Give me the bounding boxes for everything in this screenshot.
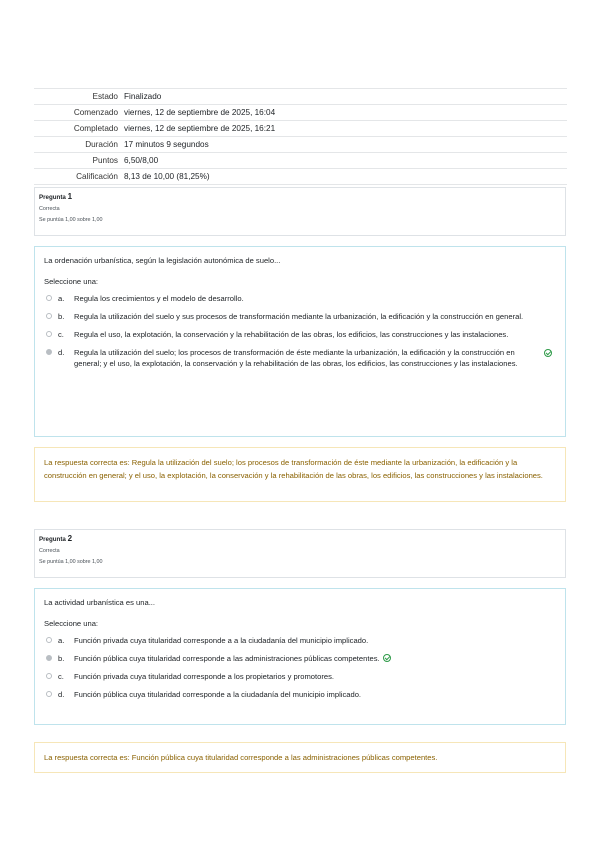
answer-option-b[interactable]: b. Función pública cuya titularidad corre… [44,653,556,664]
option-text: Función pública cuya titularidad corresp… [74,690,362,699]
answer-option-c[interactable]: c. Función privada cuya titularidad corre… [44,671,556,682]
answer-option-a[interactable]: a. Regula los crecimientos y el modelo de… [44,293,556,304]
option-text: Regula los crecimientos y el modelo de d… [74,294,244,303]
summary-row-state: Estado Finalizado [34,88,567,104]
question-status: Correcta [39,206,60,212]
option-letter: d. [58,690,65,699]
summary-value: 6,50/8,00 [124,156,159,165]
summary-label: Puntos [92,156,119,165]
summary-row-duration: Duración 17 minutos 9 segundos [34,136,567,152]
summary-value: 8,13 de 10,00 (81,25%) [124,172,210,181]
summary-label: Estado [92,92,119,101]
option-letter: a. [58,294,65,303]
radio-icon[interactable] [46,655,52,661]
question-prompt: La actividad urbanística es una... [44,598,156,607]
attempt-summary: Estado Finalizado Comenzado viernes, 12 de… [34,88,567,185]
question-content-1: La ordenación urbanística, según la legi… [34,246,566,437]
option-letter: d. [58,348,65,357]
option-text: Función pública cuya titularidad corresp… [74,653,556,664]
check-circle-icon [382,654,391,662]
option-text: Regula la utilización del suelo; los pro… [74,348,518,368]
radio-icon[interactable] [46,637,52,643]
question-number: Pregunta 1 [39,192,561,201]
answer-option-c[interactable]: c. Regula el uso, la explotación, la cons… [44,329,556,340]
summary-label: Duración [85,140,118,149]
question-content-2: La actividad urbanística es una... Selec… [34,588,566,725]
summary-value: Finalizado [124,92,162,101]
answer-option-d[interactable]: d. Función pública cuya titularidad corre… [44,689,556,700]
option-text: Función privada cuya titularidad corresp… [74,636,369,645]
answer-option-a[interactable]: a. Función privada cuya titularidad corre… [44,635,556,646]
summary-label: Completado [73,124,118,133]
option-letter: b. [58,654,65,663]
question-status: Correcta [39,548,60,554]
summary-label: Calificación [76,172,118,181]
question-score: Se puntúa 1,00 sobre 1,00 [39,217,103,223]
question-prompt: La ordenación urbanística, según la legi… [44,256,281,265]
summary-label: Comenzado [73,108,118,117]
summary-value: 17 minutos 9 segundos [124,140,209,149]
check-circle-icon [544,349,552,357]
correct-answer-feedback-2: La respuesta correcta es: Función públic… [34,742,566,773]
option-letter: a. [58,636,65,645]
radio-icon[interactable] [46,313,52,319]
option-text-content: Función pública cuya titularidad corresp… [74,654,380,663]
answer-option-b[interactable]: b. Regula la utilización del suelo y sus … [44,311,556,322]
question-info-1: Pregunta 1 Correcta Se puntúa 1,00 sobre… [34,187,566,236]
summary-row-grade: Calificación 8,13 de 10,00 (81,25%) [34,168,567,185]
question-number-value: 2 [67,534,73,543]
correct-answer-feedback-1: La respuesta correcta es: Regula la util… [34,447,566,502]
summary-row-completed: Completado viernes, 12 de septiembre de 2… [34,120,567,136]
option-letter: c. [58,330,64,339]
summary-value: viernes, 12 de septiembre de 2025, 16:21 [124,124,276,133]
radio-icon[interactable] [46,349,52,355]
summary-row-points: Puntos 6,50/8,00 [34,152,567,168]
option-letter: b. [58,312,65,321]
question-number: Pregunta 2 [39,534,561,543]
option-text: Función privada cuya titularidad corresp… [74,672,335,681]
question-label: Pregunta [39,194,66,201]
summary-value: viernes, 12 de septiembre de 2025, 16:04 [124,108,276,117]
answer-option-d[interactable]: d. Regula la utilización del suelo; los p… [44,347,556,369]
select-one-label: Seleccione una: [44,619,99,628]
question-info-2: Pregunta 2 Correcta Se puntúa 1,00 sobre… [34,529,566,578]
radio-icon[interactable] [46,331,52,337]
summary-row-started: Comenzado viernes, 12 de septiembre de 20… [34,104,567,120]
select-one-label: Seleccione una: [44,277,99,286]
radio-icon[interactable] [46,673,52,679]
question-label: Pregunta [39,536,66,543]
option-text: Regula la utilización del suelo y sus pr… [74,312,524,321]
option-letter: c. [58,672,64,681]
question-number-value: 1 [67,192,73,201]
radio-icon[interactable] [46,691,52,697]
question-score: Se puntúa 1,00 sobre 1,00 [39,559,103,565]
radio-icon[interactable] [46,295,52,301]
option-text: Regula el uso, la explotación, la conser… [74,330,509,339]
